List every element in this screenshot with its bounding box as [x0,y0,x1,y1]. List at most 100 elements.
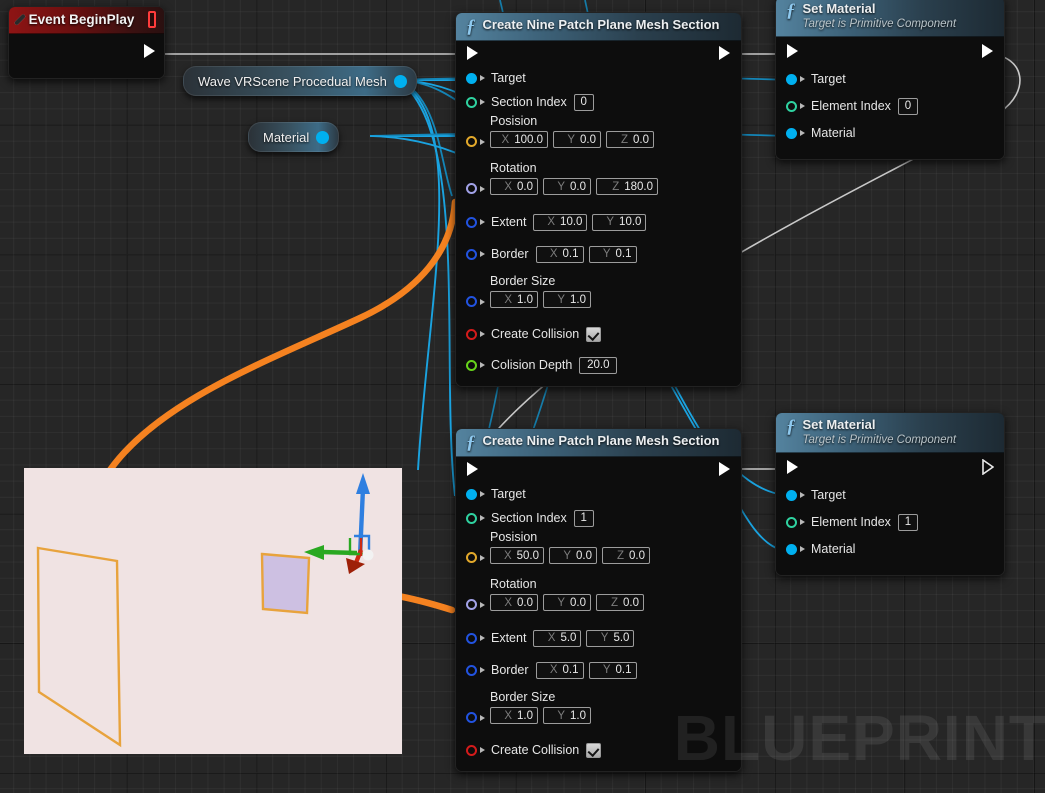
exec-output-pin[interactable] [982,459,994,475]
pin-row-rotation[interactable]: Rotation X 0.0 Y 0.0 Z 180.0 [456,161,741,201]
3d-preview-viewport[interactable] [24,468,402,754]
position-z-input[interactable]: Z 0.0 [606,131,654,148]
rotation-y-input[interactable]: Y 0.0 [543,594,591,611]
function-f-icon: ƒ [466,16,476,37]
border-pin[interactable] [466,664,477,676]
element-index-pin[interactable] [786,516,797,528]
reroute-wave-vrscene-procedual-mesh[interactable]: Wave VRScene Procedual Mesh [183,66,417,96]
pin-row-target[interactable]: Target [456,482,741,506]
border-size-x-input[interactable]: X 1.0 [490,291,538,308]
pin-row-border[interactable]: Border X 0.1 Y 0.1 [456,658,741,682]
element-index-input[interactable]: 0 [897,97,918,115]
position-pin[interactable] [466,136,477,147]
extent-pin[interactable] [466,216,477,228]
pin-row-position[interactable]: Posision X 100.0 Y 0.0 Z 0.0 [456,114,741,154]
pin-row-rotation[interactable]: Rotation X 0.0 Y 0.0 Z 0.0 [456,577,741,617]
create-collision-pin[interactable] [466,328,477,340]
exec-output-pin[interactable] [982,44,993,58]
rotation-z-input[interactable]: Z 180.0 [596,178,658,195]
node-set-material-2[interactable]: ƒ Set Material Target is Primitive Compo… [775,412,1005,576]
rotation-pin[interactable] [466,599,477,610]
extent-x-input[interactable]: X 5.0 [533,629,582,647]
position-z-input[interactable]: Z 0.0 [602,547,650,564]
collision-depth-input[interactable]: 20.0 [579,356,618,374]
section-index-pin[interactable] [466,96,477,108]
pin-row-border-size[interactable]: Border Size X 1.0 Y 1.0 [456,274,741,314]
border-pin[interactable] [466,248,477,260]
element-index-pin[interactable] [786,100,797,112]
position-pin[interactable] [466,552,477,563]
target-pin[interactable] [466,488,477,500]
pin-row-target[interactable]: Target [776,483,1004,507]
border-size-pin[interactable] [466,296,477,307]
position-y-input[interactable]: Y 0.0 [553,131,601,148]
pin-row-extent[interactable]: Extent X 10.0 Y 10.0 [456,210,741,234]
pin-row-material[interactable]: Material [776,121,1004,145]
section-index-pin[interactable] [466,512,477,524]
rotation-x-input[interactable]: X 0.0 [490,178,538,195]
material-pin[interactable] [786,543,797,555]
pin-row-position[interactable]: Posision X 50.0 Y 0.0 Z 0.0 [456,530,741,570]
border-y-input[interactable]: Y 0.1 [588,245,637,263]
border-x-input[interactable]: X 0.1 [535,245,584,263]
border-size-x-input[interactable]: X 1.0 [490,707,538,724]
exec-output-pin[interactable] [719,46,730,60]
output-pin[interactable] [393,74,407,88]
pin-row-element-index[interactable]: Element Index 1 [776,510,1004,534]
pin-row-border[interactable]: Border X 0.1 Y 0.1 [456,242,741,266]
element-index-input[interactable]: 1 [897,513,918,531]
extent-x-input[interactable]: X 10.0 [533,213,588,231]
pin-row-collision-depth[interactable]: Colision Depth 20.0 [456,353,741,377]
pin-row-extent[interactable]: Extent X 5.0 Y 5.0 [456,626,741,650]
blueprint-graph-canvas[interactable]: Event BeginPlay Wave VRScene Procedual M… [0,0,1045,793]
pin-row-target[interactable]: Target [776,67,1004,91]
exec-output-pin[interactable] [144,44,155,58]
rotation-z-input[interactable]: Z 0.0 [596,594,644,611]
create-collision-pin[interactable] [466,744,477,756]
pin-row-target[interactable]: Target [456,66,741,90]
border-x-input[interactable]: X 0.1 [535,661,584,679]
pin-row-section-index[interactable]: Section Index 0 [456,90,741,114]
section-index-input[interactable]: 1 [573,509,594,527]
pin-row-section-index[interactable]: Section Index 1 [456,506,741,530]
create-collision-checkbox[interactable] [586,742,602,758]
node-create-nine-patch-plane-mesh-section-1[interactable]: ƒ Create Nine Patch Plane Mesh Section T… [455,12,742,387]
border-size-y-input[interactable]: Y 1.0 [543,291,591,308]
pin-row-element-index[interactable]: Element Index 0 [776,94,1004,118]
target-pin[interactable] [466,72,477,84]
pin-row-material[interactable]: Material [776,537,1004,561]
border-size-pin[interactable] [466,712,477,723]
position-x-input[interactable]: X 100.0 [490,131,548,148]
extent-pin[interactable] [466,632,477,644]
material-pin[interactable] [786,127,797,139]
position-y-input[interactable]: Y 0.0 [549,547,597,564]
position-x-input[interactable]: X 50.0 [490,547,544,564]
rotation-y-input[interactable]: Y 0.0 [543,178,591,195]
extent-y-input[interactable]: Y 10.0 [592,213,647,231]
rotation-x-input[interactable]: X 0.0 [490,594,538,611]
node-set-material-1[interactable]: ƒ Set Material Target is Primitive Compo… [775,0,1005,160]
rotation-pin[interactable] [466,183,477,194]
border-y-input[interactable]: Y 0.1 [588,661,637,679]
node-event-begin-play[interactable]: Event BeginPlay [8,6,165,79]
target-pin[interactable] [786,73,797,85]
exec-input-pin[interactable] [787,44,798,58]
pin-row-create-collision[interactable]: Create Collision [456,322,741,346]
output-pin[interactable] [316,130,330,144]
collision-depth-pin[interactable] [466,359,477,371]
extent-y-input[interactable]: Y 5.0 [586,629,635,647]
node-create-nine-patch-plane-mesh-section-2[interactable]: ƒ Create Nine Patch Plane Mesh Section T… [455,428,742,772]
exec-input-pin[interactable] [787,460,798,474]
reroute-material[interactable]: Material [248,122,340,152]
axis-label: X [504,180,512,193]
section-index-input[interactable]: 0 [573,93,594,111]
pin-row-border-size[interactable]: Border Size X 1.0 Y 1.0 [456,690,741,730]
exec-input-pin[interactable] [467,46,478,60]
exec-output-pin[interactable] [719,462,730,476]
create-collision-checkbox[interactable] [586,326,602,342]
pin-row-create-collision[interactable]: Create Collision [456,738,741,762]
exec-input-pin[interactable] [467,462,478,476]
delegate-output-pin[interactable] [148,11,156,28]
target-pin[interactable] [786,489,797,501]
border-size-y-input[interactable]: Y 1.0 [543,707,591,724]
